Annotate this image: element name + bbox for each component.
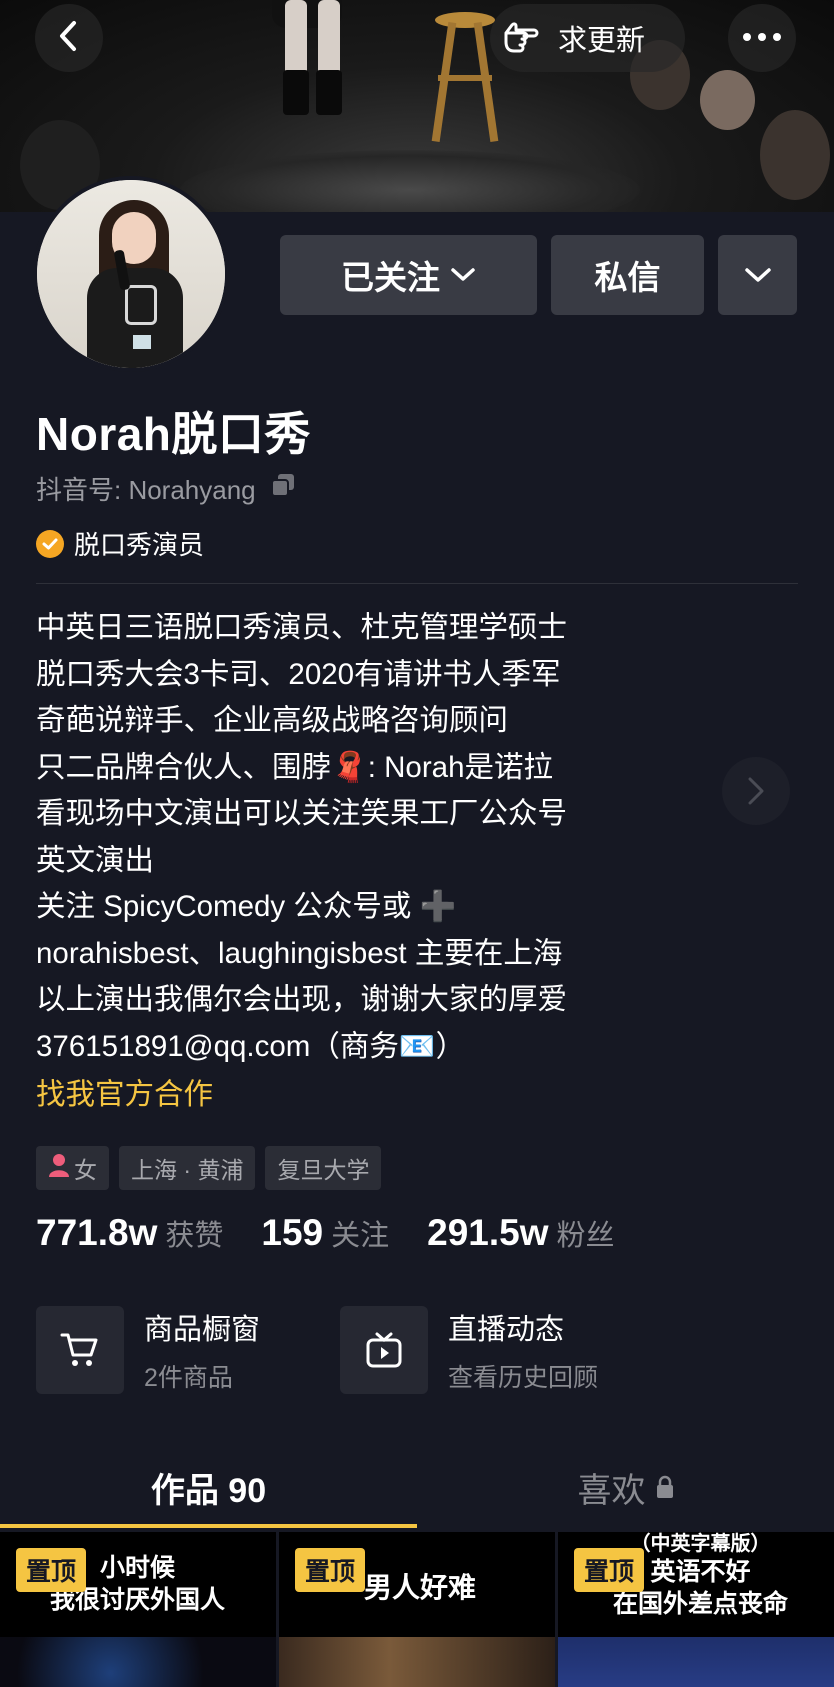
following-button[interactable]: 已关注 (280, 235, 537, 315)
school-tag: 复旦大学 (265, 1146, 382, 1190)
live-history-label: 查看历史回顾 (448, 1364, 599, 1392)
tab-works[interactable]: 作品 90 (0, 1450, 417, 1524)
live-updates-title: 直播动态 (448, 1314, 565, 1346)
video-grid: 小时候 我很讨厌外国人 置顶 男人好难 置顶 （中英字幕版） 英语不好 在国外差… (0, 1532, 834, 1687)
recommend-dropdown-button[interactable] (718, 235, 797, 315)
content-tabs: 作品 90 喜欢 (0, 1450, 834, 1530)
bio-line: 英文演出 (36, 843, 155, 877)
bio-line: 脱口秀大会3卡司、2020有请讲书人季军 (36, 657, 561, 691)
more-options-button[interactable] (728, 4, 796, 72)
followers-label[interactable]: 粉丝 (557, 1212, 615, 1254)
divider (36, 583, 798, 584)
gender-label: 女 (74, 1157, 97, 1183)
bio-line: 关注 SpicyComedy 公众号或 ➕ (36, 890, 457, 923)
likes-count: 771.8w (36, 1212, 158, 1253)
profile-page: 求更新 已关注 私信 Norah脱口秀 抖音号: Norahyang 脱口秀演员… (0, 0, 834, 1687)
chevron-down-icon (744, 266, 772, 284)
tab-likes-label: 喜欢 (577, 1471, 646, 1510)
tab-likes[interactable]: 喜欢 (417, 1450, 834, 1524)
chevron-down-icon (450, 267, 476, 283)
bio-line: norahisbest、laughingisbest 主要在上海 (36, 936, 563, 970)
following-label[interactable]: 关注 (331, 1212, 389, 1254)
bio-line: 只二品牌合伙人、围脖🧣: Norah是诺拉 (36, 750, 553, 784)
bio-line: 376151891@qq.com（商务📧） (36, 1029, 466, 1063)
likes-label: 获赞 (165, 1220, 224, 1252)
request-update-label: 求更新 (558, 25, 646, 57)
bio-line: 奇葩说辩手、企业高级战略咨询顾问 (36, 704, 509, 737)
shop-window-count: 2件商品 (144, 1364, 233, 1392)
lock-icon (656, 1475, 674, 1499)
chevron-right-icon (746, 776, 766, 806)
followers-count[interactable]: 291.5w (427, 1212, 548, 1254)
shop-window-title: 商品橱窗 (144, 1314, 261, 1346)
video-title: 男人好难 (364, 1572, 477, 1603)
bio-line: 看现场中文演出可以关注笑果工厂公众号 (36, 797, 568, 830)
active-tab-indicator (0, 1524, 417, 1528)
douyin-id-row: 抖音号: Norahyang (36, 470, 296, 507)
cart-icon (36, 1306, 124, 1394)
pinned-badge: 置顶 (16, 1548, 87, 1592)
profile-name: Norah脱口秀 (36, 408, 311, 460)
copy-icon[interactable] (270, 472, 296, 505)
live-updates-entry[interactable]: 直播动态 查看历史回顾 (340, 1306, 598, 1394)
pointing-hand-icon (500, 13, 546, 64)
role-label: 脱口秀演员 (74, 530, 205, 560)
bio-line: 中英日三语脱口秀演员、杜克管理学硕士 (36, 611, 568, 644)
gender-tag: 女 (36, 1146, 109, 1190)
official-cooperation-link[interactable]: 找我官方合作 (36, 1070, 676, 1120)
video-thumbnail[interactable]: 小时候 我很讨厌外国人 置顶 (0, 1532, 276, 1687)
message-label: 私信 (594, 259, 661, 296)
profile-tags: 女 上海 · 黄浦 复旦大学 (36, 1146, 382, 1190)
more-dots-icon (742, 29, 782, 47)
bio: 中英日三语脱口秀演员、杜克管理学硕士 脱口秀大会3卡司、2020有请讲书人季军 … (36, 605, 676, 1120)
pinned-badge: 置顶 (574, 1548, 645, 1592)
request-update-button[interactable]: 求更新 (490, 4, 685, 72)
bio-expand-button[interactable] (722, 757, 790, 825)
avatar[interactable] (33, 176, 229, 372)
back-arrow-icon (52, 19, 86, 58)
female-icon (48, 1153, 70, 1183)
shop-window-entry[interactable]: 商品橱窗 2件商品 (36, 1306, 260, 1394)
profile-stats: 771.8w 获赞 159 关注 291.5w 粉丝 (36, 1212, 653, 1254)
video-thumbnail[interactable]: 男人好难 置顶 (279, 1532, 555, 1687)
message-button[interactable]: 私信 (551, 235, 704, 315)
verified-role: 脱口秀演员 (36, 525, 204, 562)
location-tag: 上海 · 黄浦 (119, 1146, 256, 1190)
verified-check-icon (36, 529, 64, 558)
douyin-id: 抖音号: Norahyang (36, 475, 256, 505)
video-thumbnail[interactable]: （中英字幕版） 英语不好 在国外差点丧命 置顶 (558, 1532, 834, 1687)
following-label: 已关注 (341, 259, 440, 296)
tv-play-icon (340, 1306, 428, 1394)
following-count[interactable]: 159 (261, 1212, 323, 1254)
tab-works-label: 作品 90 (150, 1471, 267, 1510)
bio-line: 以上演出我偶尔会出现，谢谢大家的厚爱 (36, 983, 568, 1016)
pinned-badge: 置顶 (295, 1548, 366, 1592)
back-button[interactable] (35, 4, 103, 72)
